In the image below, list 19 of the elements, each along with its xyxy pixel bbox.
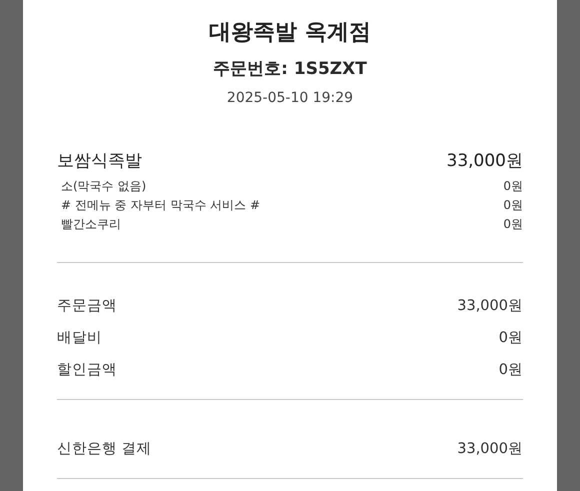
menu-item-price: 33,000원: [446, 150, 523, 172]
option-name: 소(막국수 없음): [61, 178, 146, 195]
option-price: 0원: [503, 197, 523, 214]
payment-amount: 33,000원: [457, 440, 523, 458]
option-price: 0원: [503, 178, 523, 195]
option-name: 빨간소쿠리: [61, 216, 121, 233]
summary-label: 할인금액: [57, 360, 117, 378]
order-number: 주문번호: 1S5ZXT: [213, 58, 367, 80]
order-time: 2025-05-10 19:29: [226, 89, 354, 107]
summary-value: 0원: [498, 360, 523, 378]
option-price: 0원: [503, 216, 523, 233]
summary-label: 배달비: [57, 328, 102, 346]
option-name: # 전메뉴 중 자부터 막국수 서비스 #: [61, 197, 260, 214]
summary-value: 33,000원: [457, 296, 523, 314]
summary-label: 주문금액: [57, 296, 117, 314]
store-name: 대왕족발 옥계점: [209, 19, 371, 47]
payment-method: 신한은행 결제: [57, 440, 152, 458]
summary-value: 0원: [498, 328, 523, 346]
menu-item-name: 보쌈식족발: [57, 150, 142, 172]
